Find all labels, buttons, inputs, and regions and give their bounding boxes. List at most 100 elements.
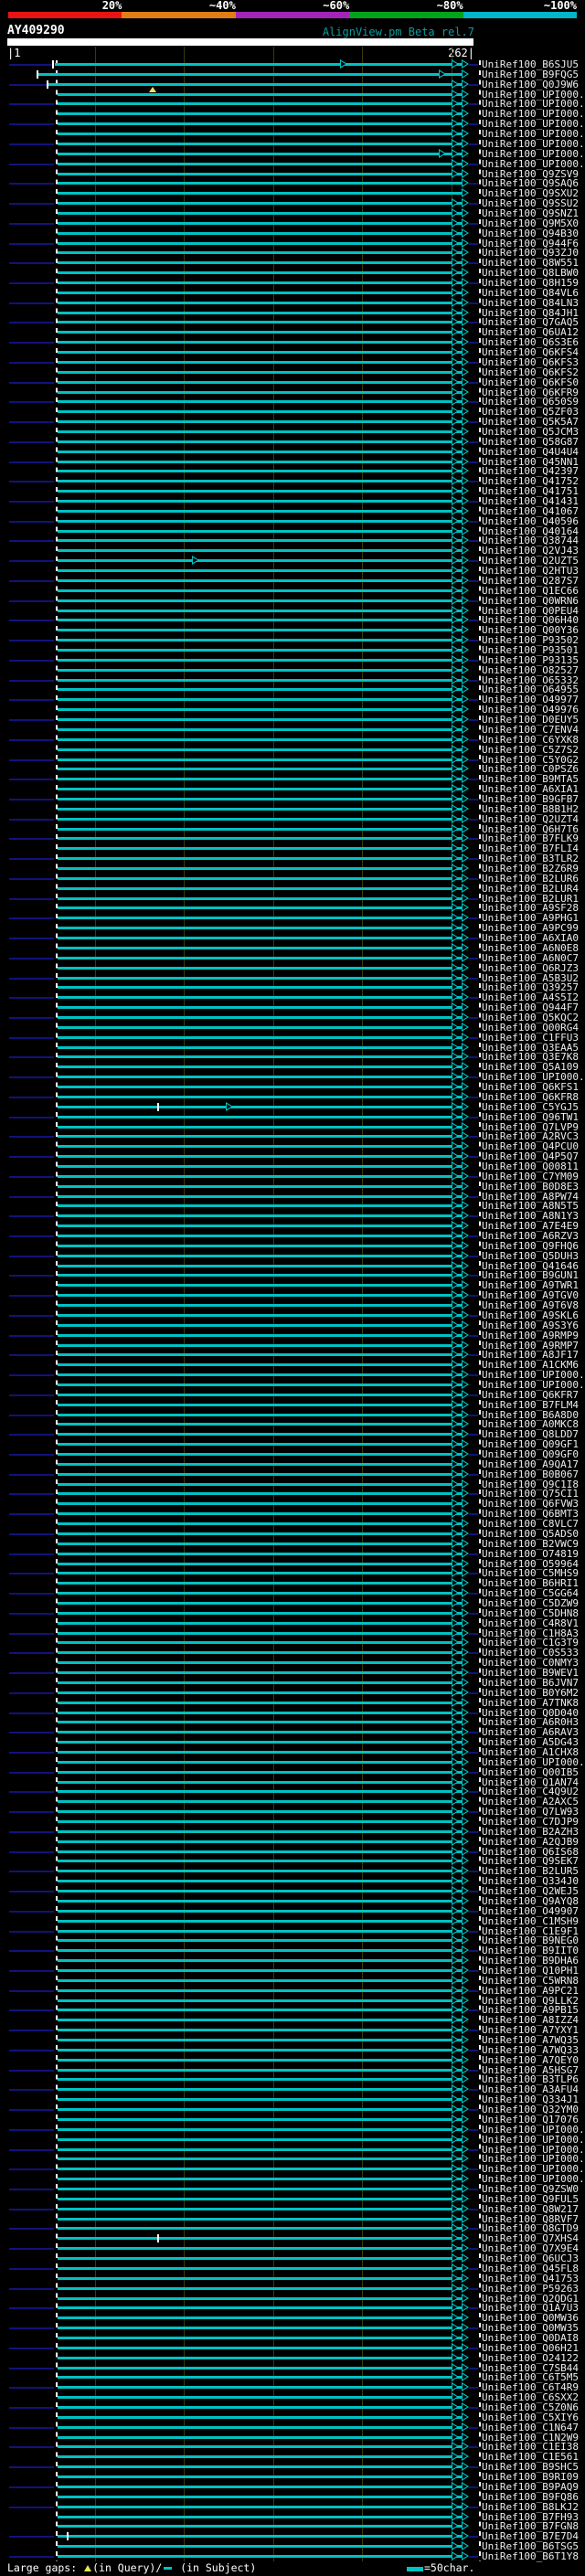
alignment-line	[58, 2525, 463, 2528]
alignment-row[interactable]: UniRef100_B6T1Y8	[0, 2551, 585, 2561]
segment-boundary-tick	[157, 1103, 159, 1111]
alignment-arrowhead-icon	[452, 2015, 459, 2024]
alignment-line	[58, 480, 463, 482]
alignment-line	[58, 1880, 463, 1882]
alignment-arrowhead-icon	[462, 2353, 469, 2362]
alignment-arrowhead-icon	[452, 774, 459, 783]
subject-overhang-right	[469, 1811, 478, 1813]
alignment-arrowhead-icon	[452, 1171, 459, 1181]
alignment-arrowhead-icon	[452, 586, 459, 595]
alignment-line	[58, 1224, 463, 1227]
alignment-arrowhead-icon	[452, 1668, 459, 1677]
subject-overhang-right	[469, 1374, 478, 1376]
alignment-arrowhead-icon	[452, 417, 459, 426]
alignment-line	[58, 1920, 463, 1923]
alignment-line	[58, 2416, 463, 2419]
alignment-arrowhead-icon	[462, 228, 469, 238]
subject-overhang-left	[9, 1136, 54, 1138]
subject-overhang-left	[9, 1732, 54, 1733]
alignment-arrowhead-icon	[452, 2303, 459, 2312]
alignment-arrowhead-icon	[462, 566, 469, 575]
alignment-line	[58, 2337, 463, 2339]
alignment-line	[58, 1265, 463, 1267]
alignment-line	[58, 629, 463, 631]
alignment-arrowhead-icon	[452, 755, 459, 764]
subject-overhang-right	[469, 1415, 478, 1416]
alignment-arrowhead-icon	[452, 99, 459, 108]
alignment-line	[58, 281, 463, 284]
legend-prefix: Large gaps:	[7, 2561, 84, 2574]
alignment-line	[58, 1165, 463, 1168]
alignment-line	[58, 2267, 463, 2270]
alignment-line	[58, 292, 463, 294]
alignment-line	[58, 669, 463, 672]
alignment-arrowhead-icon	[462, 1549, 469, 1558]
alignment-arrowhead-icon	[462, 1906, 469, 1915]
subject-overhang-right	[469, 2507, 478, 2508]
alignment-arrowhead-icon	[452, 2065, 459, 2074]
alignment-line	[58, 1592, 463, 1595]
alignment-arrowhead-icon	[462, 1945, 469, 1955]
alignment-line	[58, 1830, 463, 1833]
alignment-arrowhead-icon	[462, 218, 469, 228]
subject-overhang-right	[469, 64, 478, 66]
alignment-arrowhead-icon	[452, 2214, 459, 2223]
subject-overhang-left	[9, 123, 54, 125]
alignment-arrowhead-icon	[452, 2204, 459, 2213]
alignment-line	[58, 589, 463, 592]
subject-overhang-left	[9, 461, 54, 463]
subject-overhang-right	[469, 898, 478, 900]
alignment-line	[58, 1502, 463, 1505]
alignment-arrowhead-icon	[452, 2551, 459, 2560]
alignment-arrowhead-icon	[452, 2055, 459, 2064]
alignment-arrowhead-icon	[462, 2015, 469, 2024]
alignment-arrowhead-icon	[452, 1459, 459, 1468]
subject-overhang-right	[469, 620, 478, 621]
alignment-arrowhead-icon	[462, 2045, 469, 2054]
alignment-line	[58, 1473, 463, 1476]
alignment-line	[58, 857, 463, 860]
alignment-arrowhead-icon	[452, 1300, 459, 1309]
alignment-arrowhead-icon	[462, 864, 469, 873]
alignment-line	[58, 1800, 463, 1803]
subject-overhang-right	[469, 2248, 478, 2250]
alignment-arrowhead-icon	[462, 1112, 469, 1121]
alignment-arrowhead-icon	[462, 556, 469, 565]
subject-overhang-right	[469, 2446, 478, 2448]
alignment-arrowhead-icon	[452, 367, 459, 376]
alignment-line	[58, 500, 463, 503]
alignment-line	[38, 73, 463, 76]
alignment-arrowhead-icon	[226, 1102, 233, 1111]
subject-overhang-right	[469, 2327, 478, 2329]
alignment-line	[58, 1324, 463, 1327]
alignment-arrowhead-icon	[462, 1052, 469, 1061]
alignment-arrowhead-icon	[462, 80, 469, 89]
alignment-arrowhead-icon	[452, 1529, 459, 1538]
alignment-arrowhead-icon	[462, 784, 469, 793]
alignment-arrowhead-icon	[452, 1310, 459, 1320]
alignment-arrowhead-icon	[462, 1568, 469, 1577]
alignment-arrowhead-icon	[452, 288, 459, 297]
alignment-arrowhead-icon	[452, 1251, 459, 1260]
alignment-line	[58, 728, 463, 731]
alignment-arrowhead-icon	[452, 1648, 459, 1657]
alignment-arrowhead-icon	[452, 1370, 459, 1379]
subject-overhang-right	[469, 838, 478, 840]
alignment-arrowhead-icon	[452, 397, 459, 406]
subject-overhang-left	[9, 1076, 54, 1078]
alignment-line	[58, 2406, 463, 2409]
alignment-arrowhead-icon	[452, 1419, 459, 1428]
alignment-line	[58, 1641, 463, 1644]
alignment-arrowhead-icon	[462, 1201, 469, 1210]
alignment-line	[58, 261, 463, 264]
alignment-arrowhead-icon	[462, 1092, 469, 1101]
alignment-line	[58, 112, 463, 115]
alignment-arrowhead-icon	[452, 1757, 459, 1766]
alignment-arrowhead-icon	[452, 1866, 459, 1875]
alignment-arrowhead-icon	[452, 655, 459, 664]
alignment-arrowhead-icon	[452, 1559, 459, 1568]
hit-accession-label[interactable]: UniRef100_B6T1Y8	[482, 2551, 579, 2561]
alignment-arrowhead-icon	[452, 843, 459, 853]
subject-overhang-left	[9, 1573, 54, 1574]
subject-overhang-right	[469, 223, 478, 225]
